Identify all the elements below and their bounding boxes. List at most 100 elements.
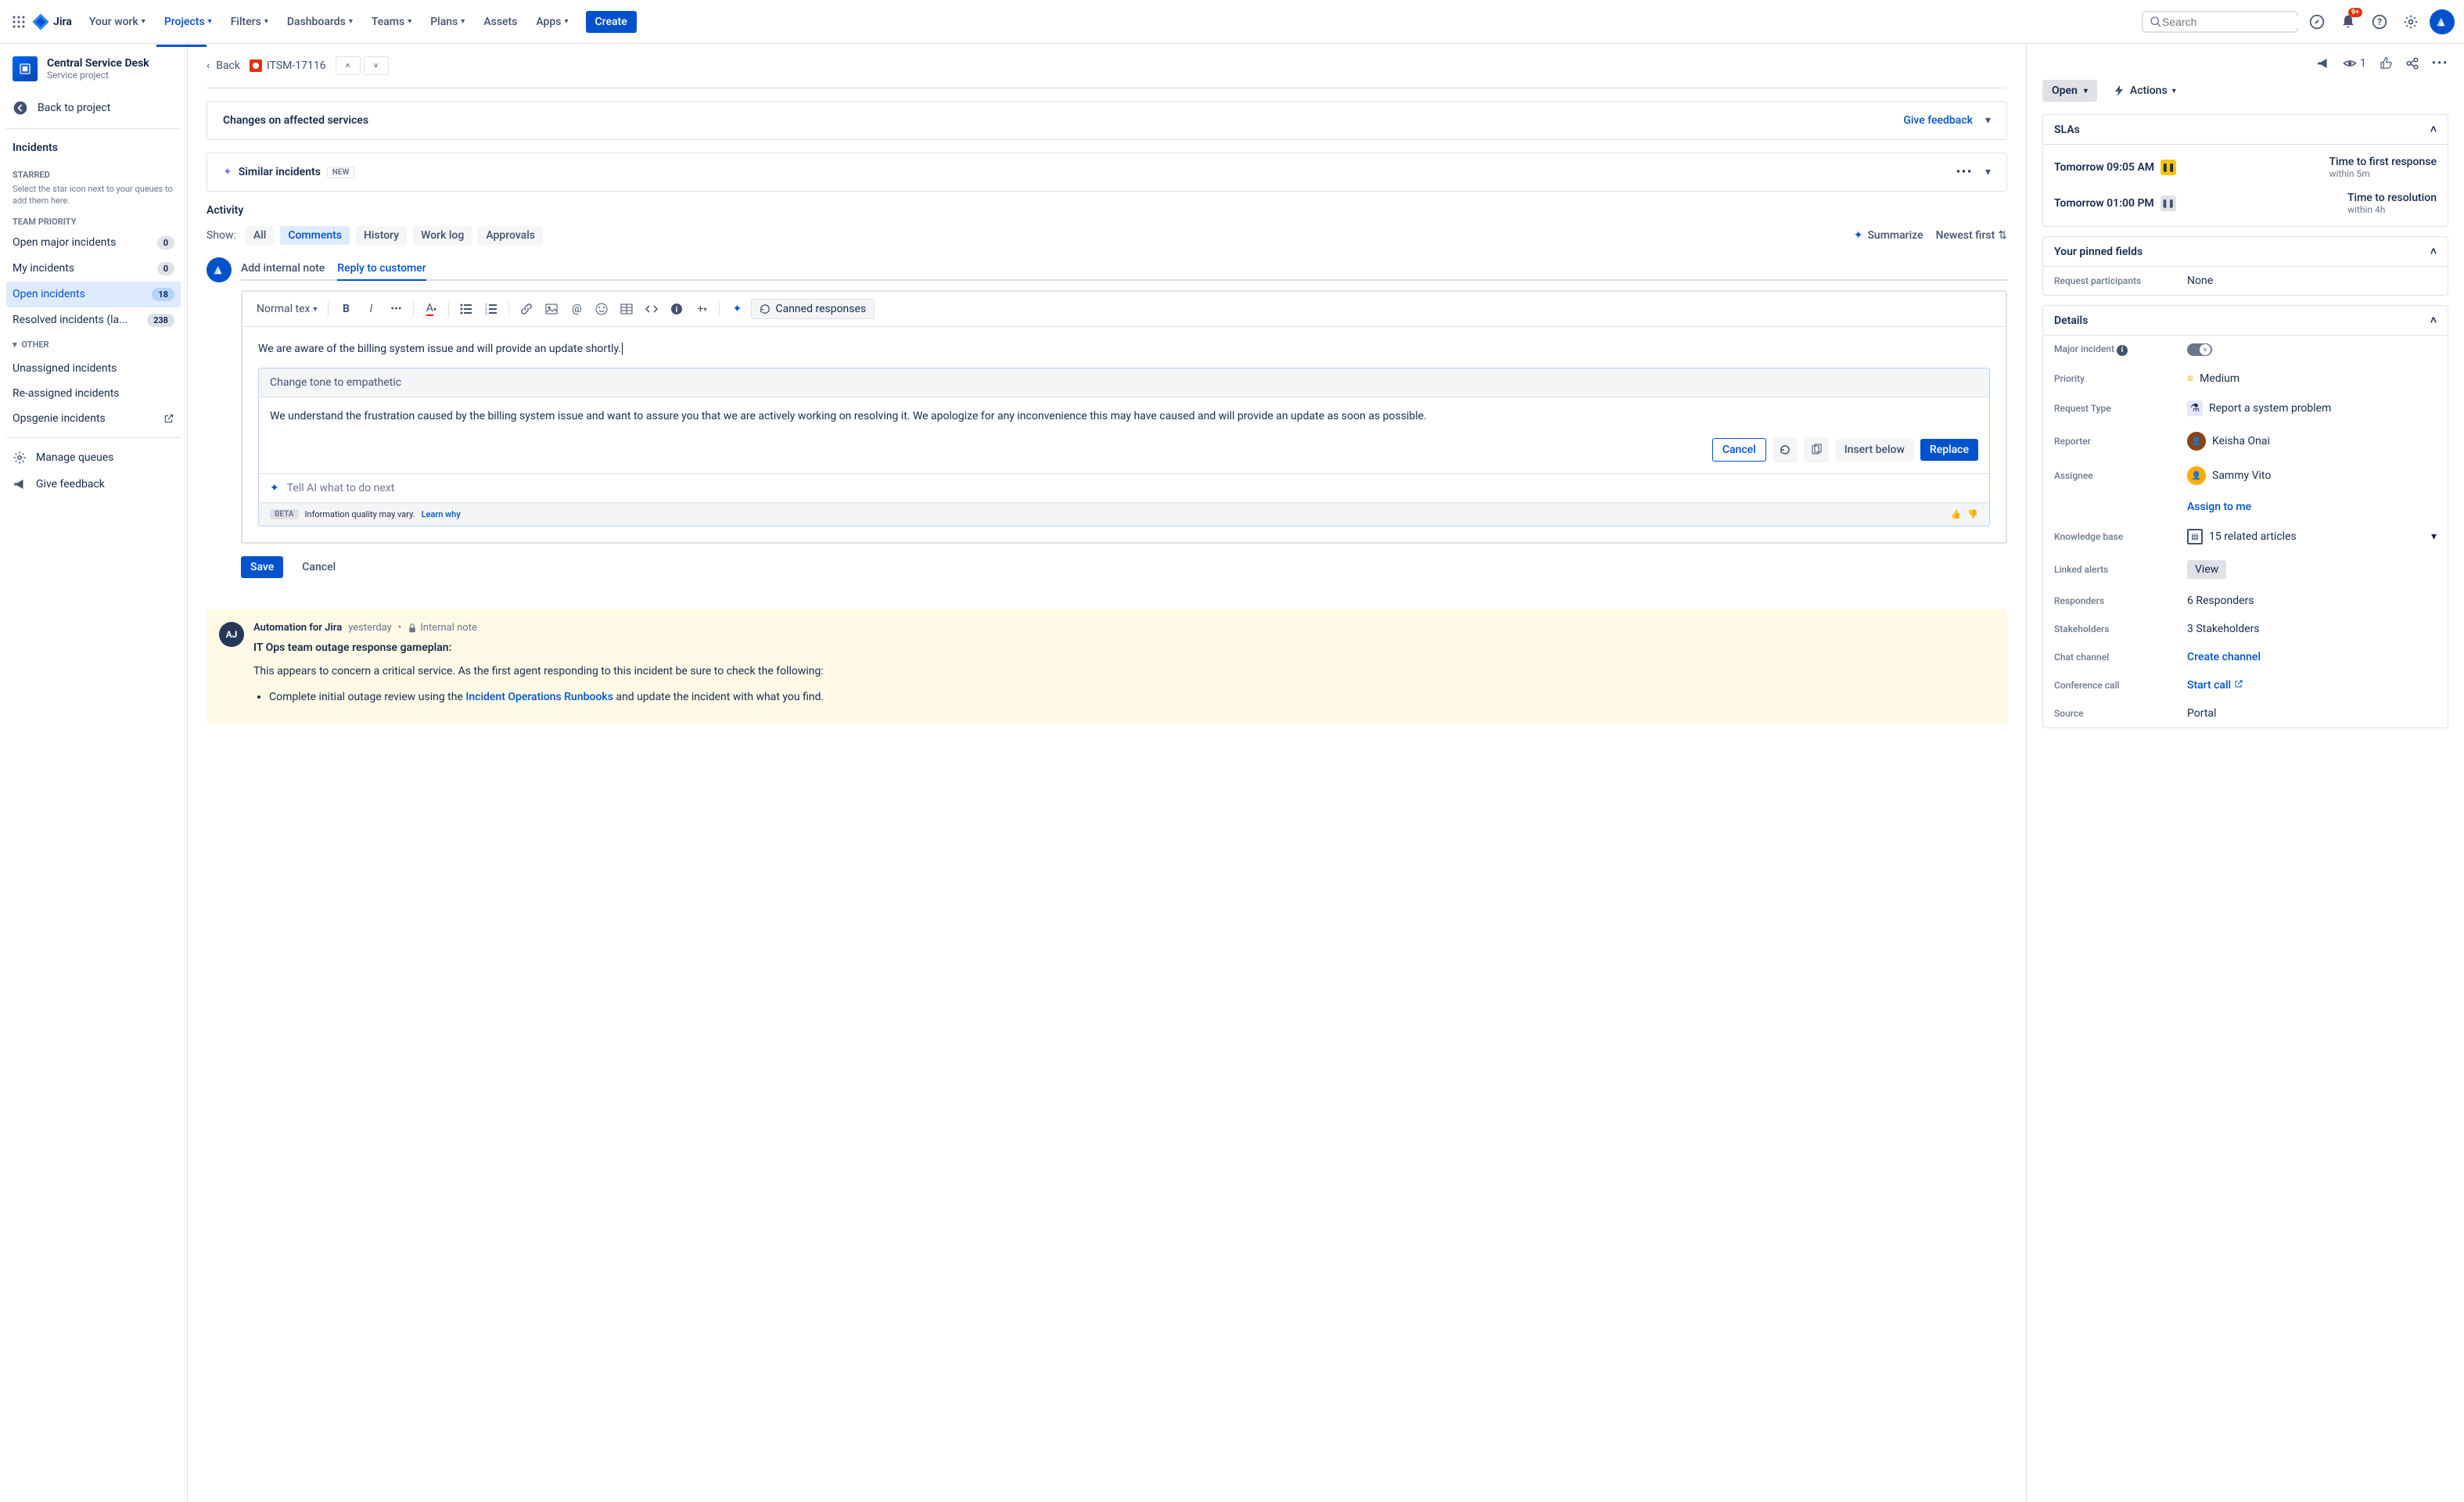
issue-key-link[interactable]: ITSM-17116: [250, 59, 326, 72]
ai-button[interactable]: ✦: [726, 298, 748, 320]
runbooks-link[interactable]: Incident Operations Runbooks: [465, 691, 613, 703]
ai-replace-button[interactable]: Replace: [1920, 439, 1978, 461]
sidebar-other-section[interactable]: ▾ OTHER: [6, 333, 181, 356]
field-request-type[interactable]: Request Type ⚗Report a system problem: [2043, 393, 2448, 424]
create-channel-link[interactable]: Create channel: [2187, 651, 2261, 663]
prev-issue-button[interactable]: ˄: [336, 56, 361, 75]
compass-icon[interactable]: [2304, 9, 2329, 34]
bold-button[interactable]: B: [335, 298, 357, 320]
tab-reply-customer[interactable]: Reply to customer: [337, 257, 426, 281]
nav-assets[interactable]: Assets: [476, 9, 525, 34]
ai-insert-below-button[interactable]: Insert below: [1835, 439, 1914, 461]
save-button[interactable]: Save: [241, 556, 283, 578]
pinned-fields-header[interactable]: Your pinned fields ˄: [2043, 237, 2448, 267]
view-alerts-button[interactable]: View: [2187, 560, 2226, 579]
ai-learn-why-link[interactable]: Learn why: [422, 509, 461, 519]
image-button[interactable]: [541, 298, 562, 320]
more-actions-button[interactable]: •••: [2432, 57, 2448, 70]
chevron-down-icon[interactable]: ▾: [1985, 114, 1991, 127]
next-issue-button[interactable]: ˅: [364, 56, 389, 75]
like-button[interactable]: [2379, 56, 2393, 70]
app-switcher-icon[interactable]: [9, 13, 28, 31]
field-responders[interactable]: Responders 6 Responders: [2043, 587, 2448, 615]
text-color-button[interactable]: A▾: [420, 298, 442, 320]
sidebar-give-feedback[interactable]: Give feedback: [6, 471, 181, 498]
sidebar-item-open-incidents[interactable]: Open incidents 18: [6, 282, 181, 307]
user-avatar[interactable]: [2430, 9, 2455, 34]
field-major-incident[interactable]: Major incident i: [2043, 336, 2448, 364]
mention-button[interactable]: @: [566, 298, 587, 320]
sidebar-item-my-incidents[interactable]: My incidents 0: [6, 256, 181, 282]
help-icon[interactable]: ?: [2367, 9, 2392, 34]
ai-followup-input[interactable]: ✦ Tell AI what to do next: [259, 473, 1989, 502]
field-reporter[interactable]: Reporter 👤Keisha Onai: [2043, 424, 2448, 458]
field-request-participants[interactable]: Request participants None: [2043, 267, 2448, 295]
summarize-button[interactable]: ✦ Summarize: [1854, 229, 1923, 242]
back-button[interactable]: ‹ Back: [207, 59, 240, 72]
actions-dropdown[interactable]: Actions ▾: [2103, 80, 2186, 102]
ai-retry-button[interactable]: [1773, 437, 1798, 462]
sidebar-item-reassigned[interactable]: Re-assigned incidents: [6, 381, 181, 406]
major-incident-toggle[interactable]: [2187, 343, 2212, 356]
field-knowledge-base[interactable]: Knowledge base ▤15 related articles▾: [2043, 521, 2448, 552]
nav-dashboards[interactable]: Dashboards▾: [279, 9, 361, 34]
watchers-button[interactable]: 1: [2343, 56, 2366, 70]
nav-apps[interactable]: Apps▾: [528, 9, 576, 34]
text-style-dropdown[interactable]: Normal tex▾: [252, 300, 321, 318]
add-button[interactable]: +▾: [691, 298, 713, 320]
bullet-list-button[interactable]: [455, 298, 477, 320]
more-formatting-button[interactable]: •••: [385, 298, 407, 320]
sort-button[interactable]: Newest first ⇅: [1936, 229, 2007, 242]
jira-logo[interactable]: Jira: [31, 13, 72, 31]
start-call-link[interactable]: Start call: [2187, 679, 2243, 692]
code-button[interactable]: [641, 298, 663, 320]
field-priority[interactable]: Priority ≡Medium: [2043, 364, 2448, 393]
thumbs-up-button[interactable]: 👍: [1951, 509, 1962, 519]
give-feedback-link[interactable]: Give feedback: [1903, 114, 1973, 127]
cancel-button[interactable]: Cancel: [293, 556, 345, 578]
ai-copy-button[interactable]: [1804, 437, 1829, 462]
nav-filters[interactable]: Filters▾: [223, 9, 276, 34]
share-button[interactable]: [2405, 56, 2419, 70]
field-assignee[interactable]: Assignee 👤Sammy Vito: [2043, 458, 2448, 493]
filter-all[interactable]: All: [246, 226, 274, 245]
italic-button[interactable]: I: [360, 298, 382, 320]
nav-projects[interactable]: Projects▾: [156, 9, 220, 34]
sidebar-item-unassigned[interactable]: Unassigned incidents: [6, 356, 181, 381]
ai-cancel-button[interactable]: Cancel: [1712, 438, 1766, 462]
create-button[interactable]: Create: [586, 11, 637, 33]
numbered-list-button[interactable]: 123: [480, 298, 502, 320]
more-icon[interactable]: •••: [1956, 166, 1973, 178]
thumbs-down-button[interactable]: 👎: [1967, 509, 1978, 519]
nav-your-work[interactable]: Your work▾: [81, 9, 153, 34]
back-to-project[interactable]: Back to project: [6, 94, 181, 122]
notifications-icon[interactable]: 9+: [2336, 9, 2361, 34]
sidebar-manage-queues[interactable]: Manage queues: [6, 444, 181, 471]
details-header[interactable]: Details ˄: [2043, 306, 2448, 336]
canned-responses-button[interactable]: Canned responses: [751, 299, 875, 319]
editor-body[interactable]: We are aware of the billing system issue…: [242, 327, 2006, 542]
link-button[interactable]: [515, 298, 537, 320]
feedback-icon[interactable]: [2316, 56, 2330, 70]
nav-teams[interactable]: Teams▾: [364, 9, 419, 34]
info-button[interactable]: i: [666, 298, 688, 320]
search-input[interactable]: [2162, 16, 2304, 28]
assign-to-me-link[interactable]: Assign to me: [2187, 501, 2251, 513]
tab-internal-note[interactable]: Add internal note: [241, 257, 325, 279]
table-button[interactable]: [616, 298, 638, 320]
filter-comments[interactable]: Comments: [280, 226, 350, 245]
slas-header[interactable]: SLAs ˄: [2043, 115, 2448, 145]
nav-plans[interactable]: Plans▾: [422, 9, 472, 34]
sidebar-item-open-major[interactable]: Open major incidents 0: [6, 230, 181, 256]
filter-worklog[interactable]: Work log: [413, 226, 472, 245]
chevron-down-icon[interactable]: ▾: [1985, 166, 1991, 178]
search-box[interactable]: [2142, 11, 2298, 33]
sidebar-item-opsgenie[interactable]: Opsgenie incidents: [6, 406, 181, 431]
sidebar-item-resolved-incidents[interactable]: Resolved incidents (la... 238: [6, 307, 181, 333]
filter-approvals[interactable]: Approvals: [478, 226, 543, 245]
filter-history[interactable]: History: [356, 226, 407, 245]
settings-icon[interactable]: [2398, 9, 2423, 34]
field-stakeholders[interactable]: Stakeholders 3 Stakeholders: [2043, 615, 2448, 643]
status-dropdown[interactable]: Open ▾: [2042, 80, 2097, 102]
emoji-button[interactable]: [591, 298, 612, 320]
